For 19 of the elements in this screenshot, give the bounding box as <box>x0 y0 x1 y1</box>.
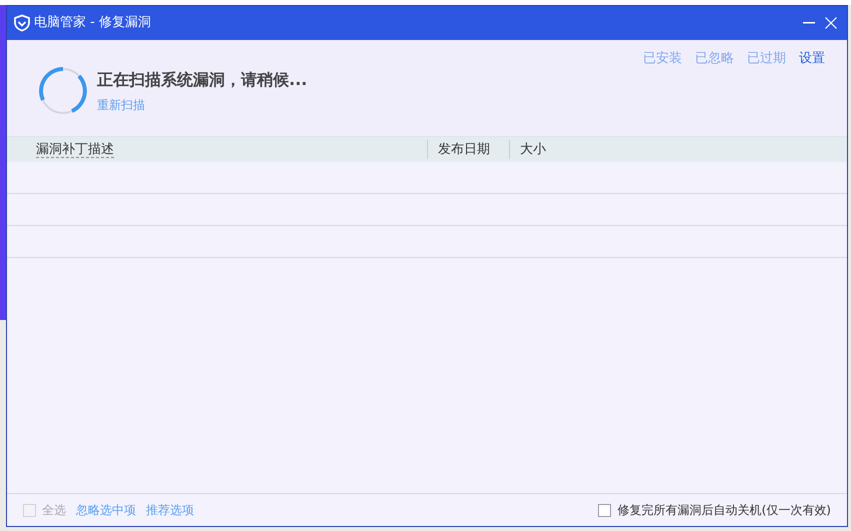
column-header[interactable]: 漏洞补丁描述 <box>7 140 427 160</box>
footer-link[interactable]: 忽略选中项 <box>76 501 136 519</box>
shield-logo-icon <box>13 14 31 32</box>
scan-status-text: 正在扫描系统漏洞，请稍候... <box>97 69 308 91</box>
filter-link[interactable]: 已安装 <box>643 49 682 68</box>
auto-shutdown-checkbox[interactable] <box>598 504 611 516</box>
settings-link[interactable]: 设置 <box>799 49 825 68</box>
window-title: 电脑管家 - 修复漏洞 <box>34 14 151 32</box>
filter-link[interactable]: 已忽略 <box>695 49 734 68</box>
rescan-link[interactable]: 重新扫描 <box>97 96 308 114</box>
column-header[interactable]: 发布日期 <box>427 140 509 160</box>
auto-shutdown-label: 修复完所有漏洞后自动关机(仅一次有效) <box>618 502 831 519</box>
close-icon[interactable] <box>825 17 837 29</box>
minimize-icon[interactable] <box>803 22 815 24</box>
column-header[interactable]: 大小 <box>509 140 546 160</box>
select-all-label: 全选 <box>42 502 66 519</box>
filter-link[interactable]: 已过期 <box>747 49 786 68</box>
footer-link[interactable]: 推荐选项 <box>146 501 194 519</box>
loading-spinner-icon <box>39 67 87 115</box>
